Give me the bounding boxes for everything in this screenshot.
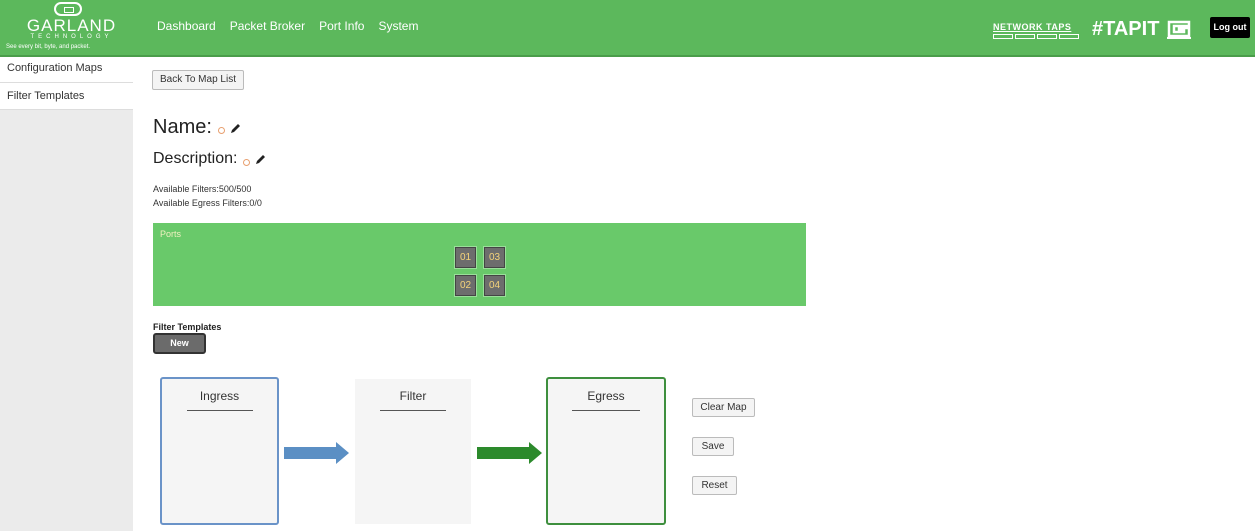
description-label: Description:: [153, 150, 238, 167]
sidebar: Configuration Maps Filter Templates: [0, 57, 133, 531]
name-label: Name:: [153, 116, 212, 138]
filter-divider: [380, 410, 446, 411]
ingress-dropzone[interactable]: Ingress: [160, 377, 279, 525]
filter-templates-label: Filter Templates: [153, 322, 222, 332]
logo-tagline: See every bit, byte, and packet.: [6, 44, 91, 50]
filter-dropzone[interactable]: Filter: [355, 379, 471, 524]
status-circle-icon: [243, 158, 251, 166]
port-02[interactable]: 02: [454, 274, 477, 297]
filter-to-egress-arrow-icon: [477, 442, 542, 464]
nav-port-info[interactable]: Port Info: [319, 19, 364, 33]
nav-packet-broker[interactable]: Packet Broker: [230, 19, 305, 33]
network-taps-icon: [993, 34, 1081, 39]
new-filter-template-button[interactable]: New: [153, 333, 206, 354]
ingress-to-filter-arrow-icon: [284, 442, 349, 464]
ports-label: Ports: [160, 229, 182, 239]
logout-button[interactable]: Log out: [1210, 17, 1250, 38]
egress-title: Egress: [587, 389, 625, 403]
port-03[interactable]: 03: [483, 246, 506, 269]
status-circle-icon: [217, 127, 225, 134]
available-egress-filters-text: Available Egress Filters:0/0: [153, 198, 262, 208]
tapit-label: #TAPIT: [1092, 18, 1160, 40]
available-filters-text: Available Filters:500/500: [153, 184, 252, 194]
top-navbar: GARLAND TECHNOLOGY See every bit, byte, …: [0, 0, 1255, 57]
ingress-divider: [187, 410, 253, 411]
filter-title: Filter: [399, 389, 427, 403]
main-nav: Dashboard Packet Broker Port Info System: [157, 19, 432, 33]
map-description-row: Description:: [153, 150, 267, 168]
ingress-title: Ingress: [199, 389, 240, 403]
network-taps-logo: NETWORK TAPS: [993, 22, 1081, 39]
clear-map-button[interactable]: Clear Map: [692, 398, 755, 417]
save-button[interactable]: Save: [692, 437, 734, 456]
back-to-map-list-button[interactable]: Back To Map List: [152, 70, 244, 90]
logo-name: GARLAND: [26, 16, 117, 35]
port-01[interactable]: 01: [454, 246, 477, 269]
nav-system[interactable]: System: [378, 19, 418, 33]
port-04[interactable]: 04: [483, 274, 506, 297]
map-name-row: Name:: [153, 116, 242, 139]
reset-button[interactable]: Reset: [692, 476, 737, 495]
logo-mark-icon: [54, 2, 82, 16]
sidebar-item-configuration-maps[interactable]: Configuration Maps: [0, 57, 133, 83]
garland-logo[interactable]: GARLAND TECHNOLOGY See every bit, byte, …: [4, 2, 139, 54]
nav-dashboard[interactable]: Dashboard: [157, 19, 216, 33]
egress-dropzone[interactable]: Egress: [546, 377, 666, 525]
network-taps-label: NETWORK TAPS: [993, 22, 1072, 32]
edit-name-pencil-icon[interactable]: [230, 122, 242, 134]
logo-subtitle: TECHNOLOGY: [30, 34, 113, 40]
sidebar-item-filter-templates[interactable]: Filter Templates: [0, 83, 133, 110]
g-logo-icon: [1167, 20, 1191, 39]
edit-description-pencil-icon[interactable]: [255, 153, 267, 165]
ports-panel: Ports 01 03 02 04: [153, 223, 806, 306]
egress-divider: [572, 410, 640, 411]
